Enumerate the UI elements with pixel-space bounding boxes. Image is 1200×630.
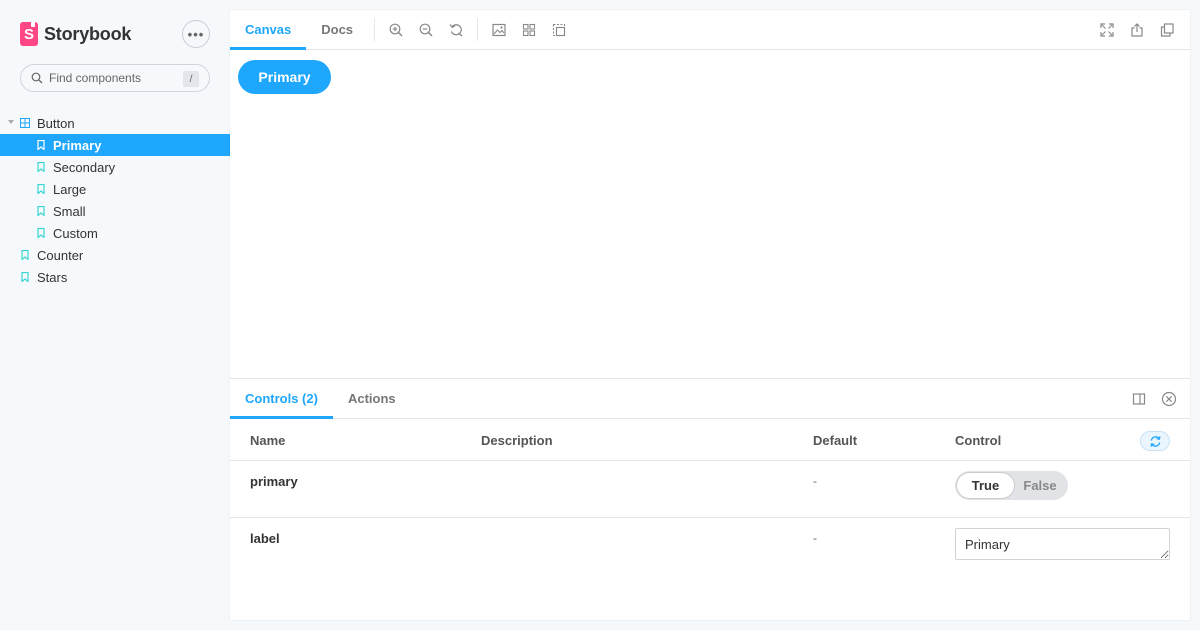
grid-icon[interactable] bbox=[514, 10, 544, 49]
tree-item-secondary[interactable]: Secondary bbox=[0, 156, 230, 178]
sidebar: S Storybook ••• / Button Primary bbox=[0, 0, 230, 630]
ellipsis-icon: ••• bbox=[188, 27, 205, 42]
tab-docs[interactable]: Docs bbox=[306, 10, 368, 49]
storybook-logo-icon: S bbox=[20, 22, 38, 46]
outline-icon[interactable] bbox=[544, 10, 574, 49]
tab-controls[interactable]: Controls (2) bbox=[230, 379, 333, 418]
bookmark-icon bbox=[36, 140, 46, 150]
column-control: Control bbox=[955, 433, 1001, 448]
toggle-true-option[interactable]: True bbox=[957, 473, 1014, 498]
controls-table-header: Name Description Default Control bbox=[230, 419, 1190, 461]
share-icon[interactable] bbox=[1122, 10, 1152, 50]
preview-canvas: Primary bbox=[230, 50, 1190, 378]
bookmark-icon bbox=[36, 184, 46, 194]
addons-toolbar: Controls (2) Actions bbox=[230, 379, 1190, 419]
search-shortcut-key: / bbox=[183, 71, 199, 87]
table-row: label - Primary bbox=[230, 518, 1190, 575]
column-name: Name bbox=[250, 433, 285, 448]
tree-item-primary[interactable]: Primary bbox=[0, 134, 230, 156]
tree-item-small[interactable]: Small bbox=[0, 200, 230, 222]
tree-item-label: Counter bbox=[37, 248, 83, 263]
tab-canvas[interactable]: Canvas bbox=[230, 10, 306, 49]
bookmark-icon bbox=[36, 228, 46, 238]
reset-controls-button[interactable] bbox=[1140, 431, 1170, 451]
zoom-reset-icon[interactable] bbox=[441, 10, 471, 49]
tree-item-stars[interactable]: Stars bbox=[0, 266, 230, 288]
arg-default: - bbox=[813, 474, 817, 488]
tree-item-button[interactable]: Button bbox=[0, 112, 230, 134]
addons-panel: Controls (2) Actions Name Description De… bbox=[230, 378, 1190, 620]
tree-item-label: Button bbox=[37, 116, 75, 131]
bookmark-icon bbox=[36, 206, 46, 216]
toggle-false-option[interactable]: False bbox=[1014, 473, 1066, 498]
tree-item-label: Custom bbox=[53, 226, 98, 241]
label-text-input[interactable]: Primary bbox=[955, 528, 1170, 560]
arg-default: - bbox=[813, 531, 817, 545]
fullscreen-icon[interactable] bbox=[1092, 10, 1122, 50]
component-icon bbox=[20, 118, 30, 128]
zoom-out-icon[interactable] bbox=[411, 10, 441, 49]
bookmark-icon bbox=[20, 272, 30, 282]
arg-name: label bbox=[250, 531, 280, 546]
close-panel-icon[interactable] bbox=[1154, 379, 1184, 419]
search-box[interactable]: / bbox=[20, 64, 210, 92]
column-description: Description bbox=[481, 433, 553, 448]
chevron-down-icon[interactable] bbox=[8, 120, 14, 124]
panel-orientation-icon[interactable] bbox=[1124, 379, 1154, 419]
toolbar-divider bbox=[374, 18, 375, 41]
brand[interactable]: S Storybook bbox=[20, 22, 131, 46]
tree-item-label: Large bbox=[53, 182, 86, 197]
bookmark-icon bbox=[20, 250, 30, 260]
search-icon bbox=[31, 71, 45, 85]
tree-item-label: Secondary bbox=[53, 160, 115, 175]
background-icon[interactable] bbox=[484, 10, 514, 49]
tree-item-label: Primary bbox=[53, 138, 101, 153]
boolean-toggle[interactable]: True False bbox=[955, 471, 1068, 500]
column-default: Default bbox=[813, 433, 857, 448]
zoom-in-icon[interactable] bbox=[381, 10, 411, 49]
bookmark-icon bbox=[36, 162, 46, 172]
tree-item-label: Small bbox=[53, 204, 86, 219]
sidebar-menu-button[interactable]: ••• bbox=[182, 20, 210, 48]
tree-item-label: Stars bbox=[37, 270, 67, 285]
search-input[interactable] bbox=[49, 71, 179, 85]
controls-table: Name Description Default Control primary… bbox=[230, 419, 1190, 575]
arg-name: primary bbox=[250, 474, 298, 489]
refresh-icon bbox=[1149, 435, 1162, 448]
toolbar-right-tools bbox=[1092, 10, 1182, 50]
tree-item-custom[interactable]: Custom bbox=[0, 222, 230, 244]
brand-name: Storybook bbox=[44, 24, 131, 45]
table-row: primary - True False bbox=[230, 461, 1190, 518]
toolbar-divider bbox=[477, 18, 478, 41]
primary-story-button[interactable]: Primary bbox=[238, 60, 331, 94]
copy-link-icon[interactable] bbox=[1152, 10, 1182, 50]
logo-letter: S bbox=[24, 26, 34, 43]
tree-item-counter[interactable]: Counter bbox=[0, 244, 230, 266]
tree-item-large[interactable]: Large bbox=[0, 178, 230, 200]
tab-actions[interactable]: Actions bbox=[333, 379, 411, 418]
component-tree: Button Primary Secondary Large Small bbox=[0, 112, 230, 288]
preview-toolbar: Canvas Docs bbox=[230, 10, 1190, 50]
main-panel: Canvas Docs bbox=[230, 10, 1190, 620]
addons-right-tools bbox=[1124, 379, 1184, 419]
